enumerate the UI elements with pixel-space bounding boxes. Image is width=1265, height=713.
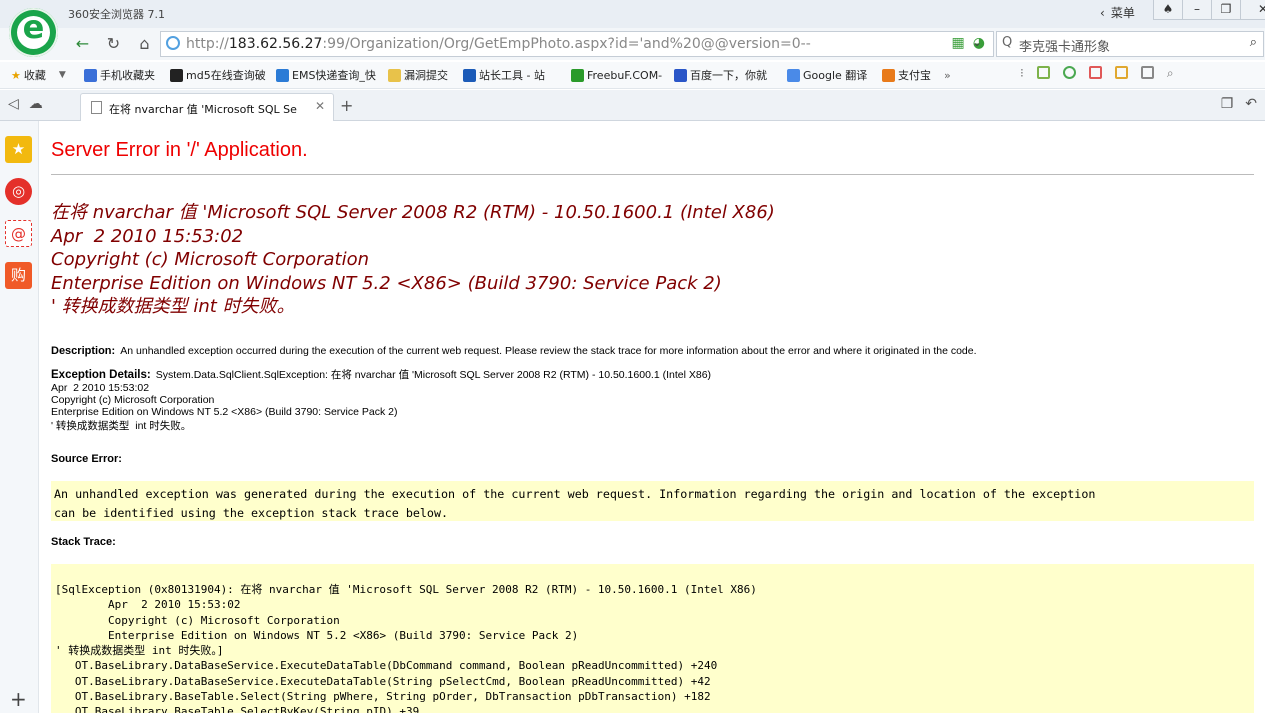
tab-active[interactable]: 在将 nvarchar 值 'Microsoft SQL Se ✕	[80, 93, 334, 121]
stack-trace-label: Stack Trace:	[51, 536, 116, 548]
error-message: 在将 nvarchar 值 'Microsoft SQL Server 2008…	[51, 202, 775, 317]
bookmark-item[interactable]: 支付宝	[882, 66, 931, 84]
page-title: Server Error in '/' Application.	[51, 139, 308, 161]
mail-icon[interactable]: @	[5, 220, 32, 247]
new-tab-icon[interactable]: +	[340, 96, 353, 115]
source-error-label: Source Error:	[51, 453, 122, 465]
description: Description: An unhandled exception occu…	[51, 339, 977, 358]
bookmark-item[interactable]: md5在线查询破	[170, 66, 266, 84]
bookmark-item[interactable]: FreebuF.COM-	[571, 66, 662, 84]
close-icon[interactable]: ✕	[315, 99, 325, 113]
chevron-down-icon: ▼	[58, 70, 66, 80]
adblock-icon[interactable]	[1088, 66, 1102, 79]
extension-icon[interactable]	[1114, 66, 1128, 79]
tool-icon	[463, 68, 476, 82]
divider	[51, 174, 1254, 175]
window-controls: ♠ – ❐ ✕	[1153, 0, 1265, 20]
search-input[interactable]: 李克强卡通形象	[1019, 36, 1110, 55]
tab-list-icon[interactable]: ◁	[8, 96, 19, 112]
maximize-button[interactable]: ❐	[1211, 0, 1241, 20]
cloud-icon[interactable]: ☁	[29, 96, 43, 112]
source-error-box: An unhandled exception was generated dur…	[51, 481, 1254, 521]
menu-button[interactable]: ‹ 菜单	[1100, 4, 1135, 21]
bookmark-item[interactable]: 站长工具 - 站	[463, 66, 545, 84]
weibo-icon[interactable]: ◎	[5, 178, 32, 205]
pin-icon[interactable]: ♠	[1153, 0, 1183, 20]
app-title: 360安全浏览器 7.1	[68, 8, 165, 21]
undo-icon[interactable]: ↶	[1245, 96, 1257, 112]
back-icon[interactable]: ←	[70, 32, 95, 56]
search-box[interactable]: Q 李克强卡通形象 ⌕	[996, 31, 1264, 57]
source-error-text: An unhandled exception was generated dur…	[54, 487, 1096, 520]
refresh-icon[interactable]: ↻	[101, 32, 126, 56]
tab-title: 在将 nvarchar 值 'Microsoft SQL Se	[109, 103, 297, 116]
zoom-icon[interactable]: ⌕	[1167, 66, 1174, 81]
bookmark-favorites[interactable]: ★ 收藏 ▼	[11, 66, 66, 84]
home-icon[interactable]: ⌂	[132, 32, 157, 56]
image-icon[interactable]	[1140, 66, 1154, 79]
chevron-down-icon[interactable]: ⌄	[972, 35, 982, 49]
phone-icon	[84, 68, 97, 82]
translate-icon	[787, 68, 800, 82]
shop-icon[interactable]: 购	[5, 262, 32, 289]
sidebar: ★ ◎ @ 购 +	[0, 121, 39, 713]
qr-code-icon[interactable]: ▦	[952, 35, 965, 51]
navigation-bar: ← ↻ ⌂ http://183.62.56.27:99/Organizatio…	[0, 28, 1265, 60]
url-text[interactable]: http://183.62.56.27:99/Organization/Org/…	[186, 36, 811, 52]
exception-label: Exception Details:	[51, 369, 151, 381]
baidu-icon	[674, 68, 687, 82]
bookmark-item[interactable]: Google 翻译	[787, 66, 867, 84]
stack-trace-box: [SqlException (0x80131904): 在将 nvarchar …	[51, 564, 1254, 713]
document-icon	[91, 101, 102, 114]
bookmark-item[interactable]: 手机收藏夹	[84, 66, 155, 84]
freebuf-icon	[571, 68, 584, 82]
bookmarks-bar: ★ 收藏 ▼ 手机收藏夹 md5在线查询破 EMS快递查询_快 漏洞提交 站长工…	[0, 62, 1265, 89]
minimize-button[interactable]: –	[1182, 0, 1212, 20]
app-logo-icon[interactable]: e	[9, 8, 58, 57]
description-label: Description:	[51, 345, 116, 357]
address-bar[interactable]: http://183.62.56.27:99/Organization/Org/…	[160, 31, 994, 57]
tab-bar: ◁ ☁ 在将 nvarchar 值 'Microsoft SQL Se ✕ + …	[0, 90, 1265, 121]
folder-icon	[388, 68, 401, 82]
star-icon[interactable]: ★	[5, 136, 32, 163]
bookmark-item[interactable]: EMS快递查询_快	[276, 66, 376, 84]
close-button[interactable]: ✕	[1240, 0, 1265, 20]
bookmark-item[interactable]: 漏洞提交	[388, 66, 448, 84]
shield-icon[interactable]	[1062, 66, 1076, 79]
bookmark-item[interactable]: 百度一下，你就	[674, 66, 767, 84]
stack-trace-text: [SqlException (0x80131904): 在将 nvarchar …	[55, 583, 757, 713]
page-content: Server Error in '/' Application. 在将 nvar…	[39, 121, 1265, 713]
apps-icon[interactable]	[1036, 66, 1050, 79]
search-icon[interactable]: ⌕	[1250, 35, 1257, 50]
exception-details: Exception Details: System.Data.SqlClient…	[51, 369, 712, 432]
title-bar: 360安全浏览器 7.1 ‹ 菜单 ♠ – ❐ ✕	[0, 0, 1265, 28]
add-icon[interactable]: +	[10, 687, 27, 711]
globe-icon	[166, 36, 180, 50]
search-engine-icon[interactable]: Q	[1002, 35, 1012, 50]
separator-icon: ⁝	[1020, 66, 1024, 80]
description-text: An unhandled exception occurred during t…	[120, 345, 977, 357]
chevron-left-icon: ‹	[1100, 5, 1105, 20]
grid-icon	[170, 68, 183, 82]
star-icon: ★	[11, 68, 21, 82]
more-bookmarks-icon[interactable]: »	[944, 66, 951, 84]
ems-icon	[276, 68, 289, 82]
menu-label: 菜单	[1110, 6, 1135, 20]
alipay-icon	[882, 68, 895, 82]
restore-tab-icon[interactable]: ❐	[1221, 96, 1234, 112]
